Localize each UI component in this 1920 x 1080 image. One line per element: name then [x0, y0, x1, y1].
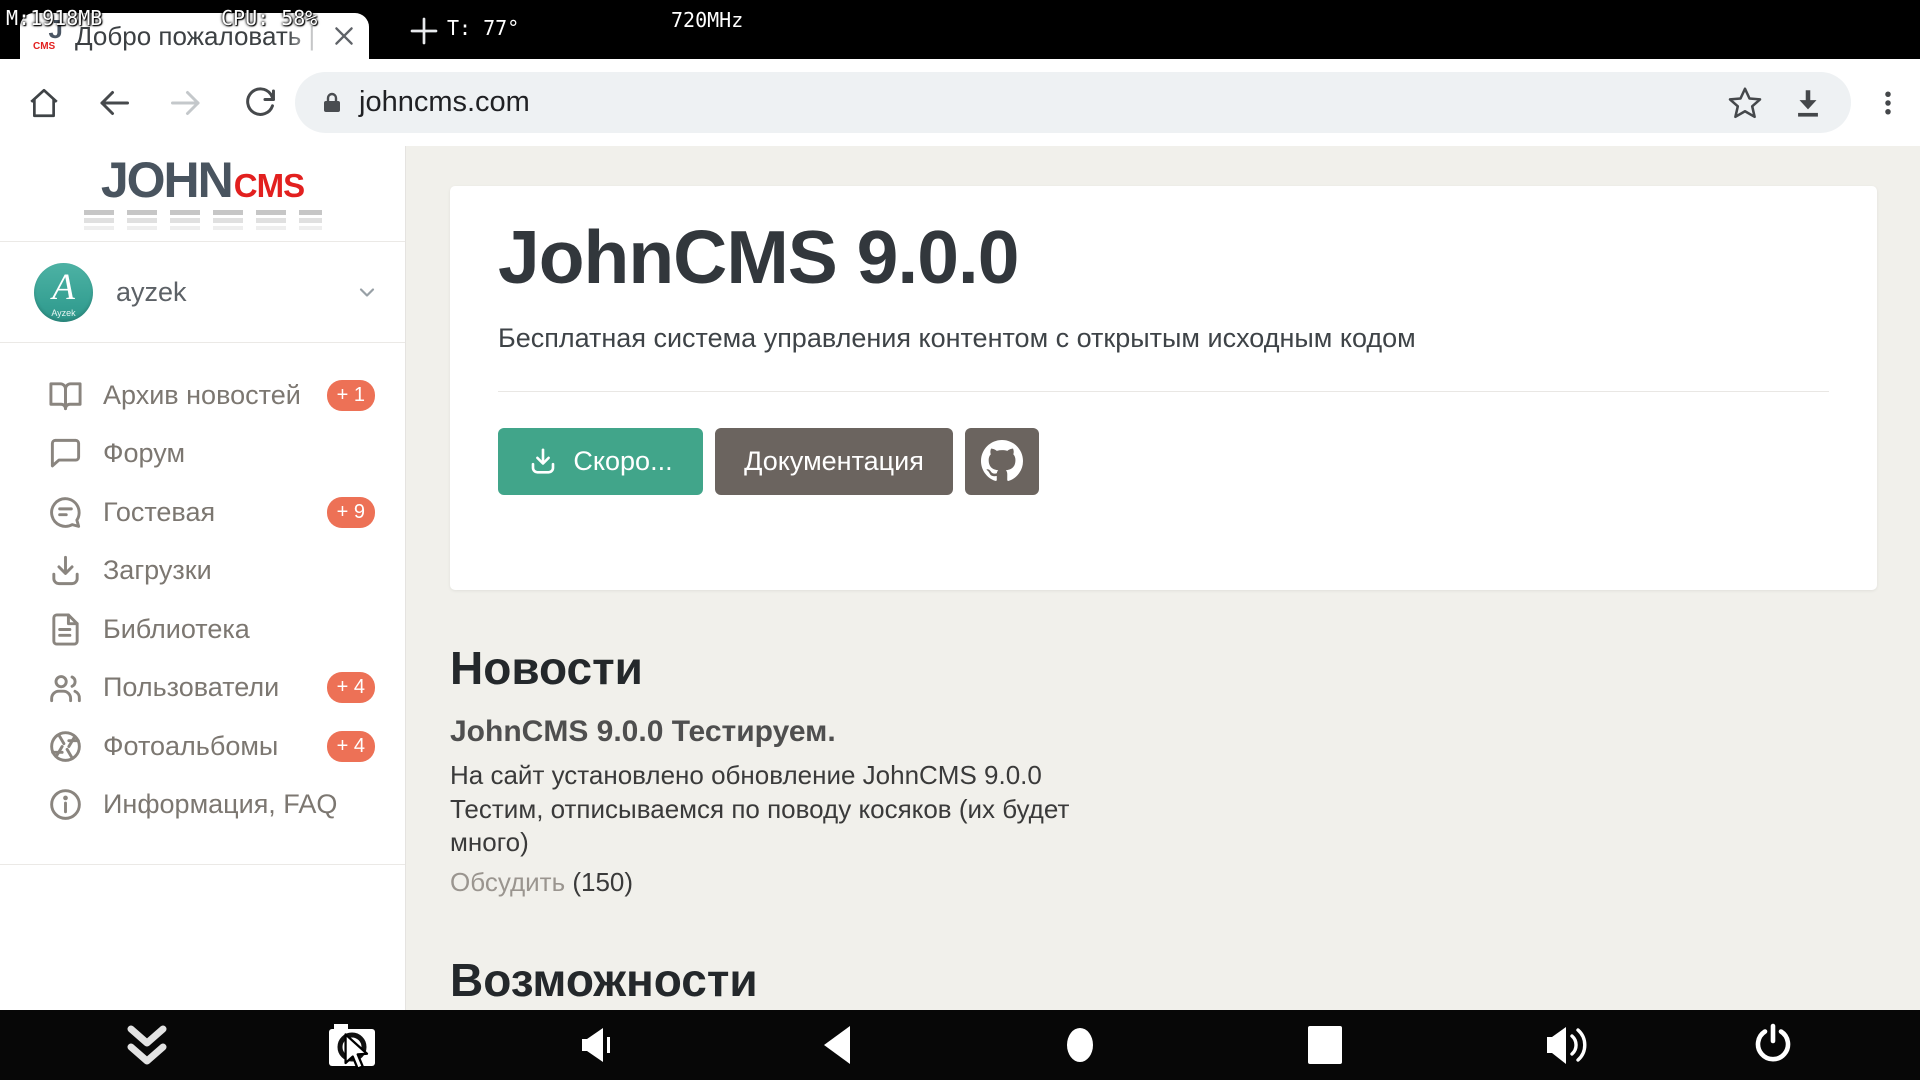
features-heading: Возможности — [450, 954, 1920, 1007]
github-button[interactable] — [965, 428, 1039, 495]
sidebar-item-photoalbums[interactable]: Фотоальбомы + 4 — [0, 717, 405, 776]
news-section: Новости JohnCMS 9.0.0 Тестируем. На сайт… — [450, 642, 1920, 898]
page-content: JohnCMS 9.0.0 Бесплатная система управле… — [407, 146, 1920, 1080]
hero-card: JohnCMS 9.0.0 Бесплатная система управле… — [450, 186, 1877, 590]
book-open-icon — [48, 378, 83, 413]
new-tab-button[interactable] — [402, 11, 446, 51]
android-nav-bar — [0, 1010, 1920, 1080]
bookmark-star-icon[interactable] — [1727, 85, 1763, 121]
page-title: JohnCMS 9.0.0 — [498, 186, 1829, 299]
download-icon — [528, 446, 558, 476]
discuss-link[interactable]: Обсудить — [450, 867, 565, 897]
volume-down-icon[interactable] — [559, 1010, 639, 1080]
url-text[interactable]: johncms.com — [359, 86, 530, 119]
sidebar-item-news-archive[interactable]: Архив новостей + 1 — [0, 366, 405, 425]
back-button[interactable] — [88, 59, 140, 146]
chevron-down-icon[interactable] — [355, 280, 379, 304]
sidebar-item-guestbook[interactable]: Гостевая + 9 — [0, 483, 405, 542]
status-cpu: CPU: 58% — [221, 6, 317, 30]
mouse-cursor — [342, 1033, 372, 1078]
divider — [498, 391, 1829, 392]
documentation-label: Документация — [744, 446, 924, 477]
sidebar-divider — [0, 864, 405, 865]
download-icon — [48, 553, 83, 588]
badge-count: + 4 — [327, 672, 375, 703]
download-soon-button[interactable]: Скоро... — [498, 428, 703, 495]
address-bar[interactable]: johncms.com — [295, 72, 1851, 133]
status-temperature: T: 77° — [447, 16, 519, 40]
sidebar-item-users[interactable]: Пользователи + 4 — [0, 659, 405, 718]
forward-button[interactable] — [160, 59, 212, 146]
status-memory: M:1918MB — [6, 6, 102, 30]
users-icon — [48, 670, 83, 705]
sidebar-item-downloads[interactable]: Загрузки — [0, 542, 405, 601]
download-soon-label: Скоро... — [573, 446, 672, 477]
sidebar-item-info-faq[interactable]: Информация, FAQ — [0, 776, 405, 835]
home-nav-icon[interactable] — [1040, 1010, 1120, 1080]
status-frequency: 720MHz — [671, 8, 743, 32]
lock-icon — [320, 91, 344, 115]
sidebar-item-forum[interactable]: Форум — [0, 425, 405, 484]
discuss-count: (150) — [572, 867, 633, 897]
user-menu[interactable]: A Ayzek ayzek — [0, 242, 405, 343]
news-heading: Новости — [450, 642, 1920, 695]
badge-count: + 4 — [327, 731, 375, 762]
news-post-title[interactable]: JohnCMS 9.0.0 Тестируем. — [450, 715, 1920, 749]
collapse-bar-icon[interactable] — [107, 1010, 187, 1080]
guestbook-icon — [48, 495, 83, 530]
back-nav-icon[interactable] — [798, 1010, 878, 1080]
logo-stripes — [84, 210, 322, 233]
chat-bubble-icon — [48, 436, 83, 471]
sidebar-item-library[interactable]: Библиотека — [0, 600, 405, 659]
volume-up-icon[interactable] — [1527, 1010, 1607, 1080]
sidebar-menu: Архив новостей + 1 Форум Гостевая + 9 За… — [0, 343, 405, 834]
badge-count: + 9 — [327, 497, 375, 528]
site-logo[interactable]: JOHN CMS — [0, 146, 405, 242]
recents-nav-icon[interactable] — [1285, 1010, 1365, 1080]
home-button[interactable] — [18, 59, 70, 146]
menu-kebab-icon[interactable] — [1862, 59, 1914, 146]
download-page-icon[interactable] — [1791, 86, 1825, 120]
info-icon — [48, 787, 83, 822]
page-subtitle: Бесплатная система управления контентом … — [498, 323, 1829, 354]
news-post-body: На сайт установлено обновление JohnCMS 9… — [450, 759, 1920, 860]
github-icon — [981, 440, 1023, 482]
browser-toolbar: johncms.com — [0, 59, 1920, 146]
avatar: A Ayzek — [34, 263, 93, 322]
documentation-button[interactable]: Документация — [715, 428, 953, 495]
document-icon — [48, 612, 83, 647]
logo-cms-text: CMS — [234, 169, 304, 202]
reload-button[interactable] — [234, 59, 286, 146]
user-name: ayzek — [116, 277, 355, 308]
logo-john-text: JOHN — [101, 155, 232, 205]
power-icon[interactable] — [1733, 1010, 1813, 1080]
sidebar: JOHN CMS A Ayzek ayzek Архив новостей + … — [0, 146, 406, 1080]
badge-count: + 1 — [327, 380, 375, 411]
aperture-icon — [48, 729, 83, 764]
tab-close-icon[interactable] — [327, 19, 361, 53]
